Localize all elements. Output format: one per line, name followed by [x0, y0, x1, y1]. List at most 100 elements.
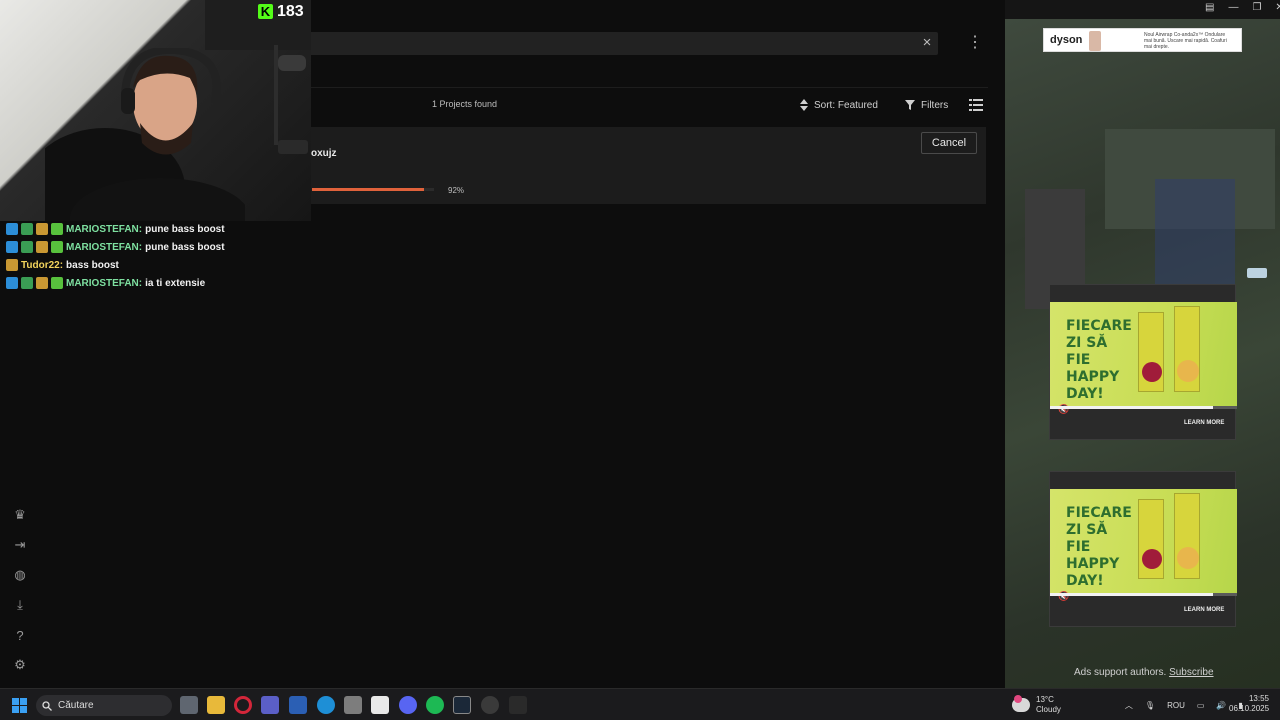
chevron-up-icon[interactable]: ︿ [1125, 700, 1133, 711]
discord-icon[interactable] [399, 696, 417, 714]
capcut-icon[interactable] [509, 696, 527, 714]
subscriber-badge-icon [21, 241, 33, 253]
subscriber-badge-icon [21, 277, 33, 289]
project-name: oxujz [311, 148, 337, 159]
dyson-banner-ad[interactable]: dyson Noul Airwrap Co-anda2x™ Ondulare m… [1043, 28, 1242, 52]
chat-username: MARIOSTEFAN: [66, 223, 143, 235]
chat-text: pune bass boost [145, 223, 225, 235]
opera-gx-icon[interactable] [234, 696, 252, 714]
help-icon[interactable]: ? [10, 625, 30, 645]
unity-icon[interactable] [344, 696, 362, 714]
chat-message: Tudor22: bass boost [6, 256, 306, 274]
steam-icon[interactable] [453, 696, 471, 714]
login-icon[interactable]: ⇥ [10, 535, 30, 555]
windows-start-icon[interactable] [12, 698, 27, 713]
chat-text: bass boost [66, 259, 119, 271]
file-explorer-icon[interactable] [207, 696, 225, 714]
globe-icon[interactable]: ◍ [10, 565, 30, 585]
search-clear-icon[interactable]: × [918, 34, 936, 52]
edge-icon[interactable] [317, 696, 335, 714]
cancel-button[interactable]: Cancel [921, 132, 977, 154]
search-icon [42, 700, 52, 711]
divider [300, 87, 988, 88]
founder-badge-icon [51, 223, 63, 235]
webcam-overlay: K 183 [0, 0, 311, 221]
taskbar-clock[interactable]: 13:55 06.10.2025 [1229, 694, 1269, 714]
filters-button[interactable]: Filters [905, 97, 948, 113]
video-ad-progress [1050, 593, 1237, 596]
chat-username: MARIOSTEFAN: [66, 277, 143, 289]
tray-icons: ︿ 🎙 ROU ▭ 🔊 ▮ [1125, 700, 1243, 711]
verified-badge-icon [6, 277, 18, 289]
language-indicator[interactable]: ROU [1167, 701, 1185, 710]
streamer-figure [45, 48, 245, 221]
video-ad-frame: FIECARE ZI SĂ FIE HAPPY DAY! 🔇 [1050, 489, 1237, 601]
word-icon[interactable] [289, 696, 307, 714]
projects-found-count: 1 Projects found [432, 99, 498, 109]
clock-date: 06.10.2025 [1229, 704, 1270, 713]
download-progress-text: 92% [448, 186, 465, 195]
chat-message: MARIOSTEFAN: pune bass boost [6, 238, 306, 256]
ad-headline: FIECARE ZI SĂ FIE HAPPY DAY! [1066, 505, 1132, 589]
store-icon[interactable] [371, 696, 389, 714]
list-view-icon[interactable] [969, 98, 983, 112]
dyson-logo: dyson [1050, 34, 1083, 46]
learn-more-button[interactable]: LEARN MORE [1184, 607, 1224, 613]
sidebar: ♛ ⇥ ◍ ⤓ ? ⚙ [10, 505, 30, 685]
fruit-image [1142, 362, 1162, 382]
video-ad-progress [1050, 406, 1237, 409]
weather-temp: 13°C [1036, 695, 1054, 704]
crown-icon[interactable]: ♛ [10, 505, 30, 525]
learn-more-button[interactable]: LEARN MORE [1184, 420, 1224, 426]
microphone-icon[interactable]: 🎙 [1145, 701, 1155, 710]
weather-desc: Cloudy [1036, 705, 1061, 714]
ad-choices-icon[interactable] [1247, 268, 1267, 278]
taskbar-search[interactable]: Căutare [36, 695, 172, 716]
viewer-count: 183 [277, 2, 304, 20]
video-ad[interactable]: FIECARE ZI SĂ FIE HAPPY DAY! 🔇 LEARN MOR… [1049, 471, 1237, 627]
project-download-card [300, 127, 986, 204]
fruit-image [1177, 360, 1199, 382]
viewer-count-badge: K 183 [258, 2, 304, 21]
settings-icon[interactable]: ⚙ [10, 655, 30, 675]
ad-headline: FIECARE ZI SĂ FIE HAPPY DAY! [1066, 318, 1132, 402]
volume-icon[interactable]: 🔊 [1216, 701, 1226, 710]
network-icon[interactable]: ▭ [1197, 701, 1205, 710]
system-tray: 13°C Cloudy ︿ 🎙 ROU ▭ 🔊 ▮ [1012, 694, 1243, 716]
task-view-icon[interactable] [180, 696, 198, 714]
founder-badge-icon [51, 277, 63, 289]
restore-icon[interactable]: ❐ [1252, 2, 1261, 13]
fruit-image [1142, 549, 1162, 569]
kick-logo-icon: K [258, 4, 273, 19]
cloudy-weather-icon [1012, 695, 1030, 712]
gift-badge-icon [36, 241, 48, 253]
more-menu-icon[interactable]: ⋮ [966, 34, 984, 52]
chat-username: MARIOSTEFAN: [66, 241, 143, 253]
download-icon[interactable]: ⤓ [10, 595, 30, 615]
video-ad[interactable]: FIECARE ZI SĂ FIE HAPPY DAY! 🔇 LEARN MOR… [1049, 284, 1237, 440]
obs-icon[interactable] [481, 696, 499, 714]
minimize-icon[interactable]: — [1228, 2, 1238, 13]
video-ad-progress-fill [1050, 593, 1213, 596]
verified-badge-icon [6, 223, 18, 235]
verified-badge-icon [6, 241, 18, 253]
gift-badge-icon [36, 223, 48, 235]
ads-support-text: Ads support authors. [1074, 667, 1167, 678]
video-ad-progress-fill [1050, 406, 1213, 409]
filters-label: Filters [921, 99, 949, 111]
microphone-arm [274, 45, 308, 154]
snap-icon[interactable]: ▤ [1205, 2, 1214, 13]
chat-text: pune bass boost [145, 241, 225, 253]
chat-overlay: MARIOSTEFAN: pune bass boost MARIOSTEFAN… [6, 220, 306, 292]
subscribe-link[interactable]: Subscribe [1169, 667, 1213, 678]
project-search-input[interactable] [300, 32, 938, 55]
taskbar-search-placeholder: Căutare [58, 700, 94, 711]
sort-button[interactable]: Sort: Featured [800, 97, 878, 113]
subscriber-badge-icon [21, 223, 33, 235]
close-icon[interactable]: ✕ [1275, 2, 1280, 13]
teams-icon[interactable] [261, 696, 279, 714]
sort-label: Sort: Featured [814, 99, 878, 111]
spotify-icon[interactable] [426, 696, 444, 714]
weather-widget[interactable]: 13°C Cloudy [1036, 695, 1061, 715]
clock-time: 13:55 [1248, 694, 1269, 703]
